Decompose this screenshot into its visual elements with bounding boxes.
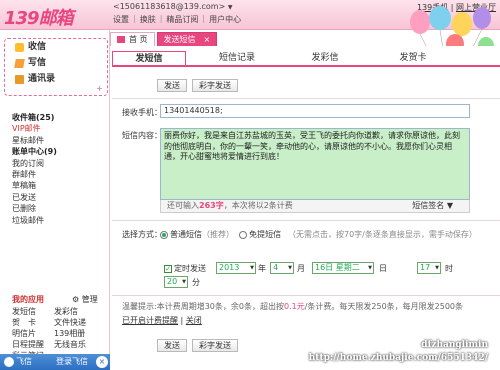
- mode-label: 选择方式：: [122, 230, 162, 239]
- mode-options: 普通短信（推荐） 免提短信: [160, 229, 281, 240]
- color-text-send-button-bottom[interactable]: 彩字发送: [192, 339, 238, 352]
- tab-send-card[interactable]: 发贺卡: [376, 51, 450, 65]
- sidebar-item-contacts[interactable]: 通讯录: [5, 71, 107, 87]
- recipient-label: 接收手机：: [122, 108, 162, 117]
- top-nav: 设置 | 换肤 | 精品订阅 | 用户中心: [113, 14, 241, 25]
- color-text-send-button[interactable]: 彩字发送: [192, 79, 238, 92]
- close-reminder-link[interactable]: 关闭: [186, 316, 202, 325]
- folder-starred[interactable]: 星标邮件: [12, 135, 57, 146]
- add-icon[interactable]: +: [96, 84, 103, 93]
- nav-separator: |: [202, 14, 206, 23]
- folder-drafts[interactable]: 草稿箱: [12, 180, 57, 191]
- watermark-name: dfzhanglimin: [421, 340, 488, 350]
- tab-send-sms[interactable]: 发送短信 ×: [156, 32, 218, 46]
- folder-deleted[interactable]: 已删除: [12, 203, 57, 214]
- sms-content-textarea[interactable]: 丽费你好，我是来自江苏盐城的玉英，受王飞的委托向你道歉，请求你原谅他，此刻的他彻…: [160, 128, 470, 200]
- sms-subtabs: 发短信 短信记录 发彩信 发贺卡: [112, 51, 500, 67]
- app-139-album[interactable]: 139相册: [54, 328, 86, 339]
- account-email[interactable]: <15061183618@139.com> ▼: [113, 2, 232, 11]
- folder-spam[interactable]: 垃圾邮件: [12, 215, 57, 226]
- tab-sms-records[interactable]: 短信记录: [200, 51, 274, 65]
- top-button-row: 发送 彩字发送: [157, 79, 238, 92]
- fetion-login-link[interactable]: 登录飞信: [56, 354, 88, 370]
- free-sms-note: （无需点击，按70字/条逐条直接显示，需手动保存）: [288, 230, 477, 239]
- close-icon[interactable]: ×: [204, 35, 211, 44]
- folder-subscriptions[interactable]: 我的订阅: [12, 158, 57, 169]
- apps-col-2: 发彩信 文件快递 139相册 无线音乐: [54, 306, 86, 350]
- recipient-input[interactable]: 13401440518;: [160, 104, 470, 118]
- nav-user-center[interactable]: 用户中心: [209, 14, 241, 25]
- window-tabs: 首 页 发送短信 ×: [110, 30, 500, 46]
- watermark-url: http://home.zhubajie.com/6551342/: [308, 353, 488, 363]
- app-wireless-music[interactable]: 无线音乐: [54, 339, 86, 350]
- folder-vip[interactable]: VIP邮件: [12, 123, 57, 134]
- month-select[interactable]: 4: [270, 262, 294, 274]
- minute-select[interactable]: 20: [164, 276, 188, 288]
- divider: [112, 98, 500, 99]
- compose-icon: [14, 58, 25, 68]
- nav-separator: |: [159, 14, 163, 23]
- billing-tip: 温馨提示:本计费周期增30条，余0条，超出按0.1元/条计费。每天限发250条，…: [122, 302, 464, 311]
- my-apps: 我的应用 ⚙ 管理 发短信 贺 卡 明信片 日程提醒 彩云笔记 发彩信 文件快递…: [12, 294, 102, 360]
- divider: [112, 220, 500, 221]
- year-unit: 年: [258, 264, 266, 273]
- folder-sent[interactable]: 已发送: [12, 192, 57, 203]
- bottom-button-row: 发送 彩字发送: [157, 339, 238, 352]
- char-counter: 还可输入263字，本次将以2条计费 短信签名 ▼: [160, 200, 470, 213]
- app-greeting-card[interactable]: 贺 卡: [12, 317, 44, 328]
- balloon-icon: [429, 6, 451, 30]
- apps-manage[interactable]: ⚙ 管理: [72, 294, 98, 305]
- fetion-icon: [4, 357, 14, 367]
- gear-icon: ⚙: [72, 295, 80, 304]
- reminder-links: 已开启计费提醒 | 关闭: [122, 316, 202, 325]
- apps-col-1: 发短信 贺 卡 明信片 日程提醒 彩云笔记: [12, 306, 44, 361]
- tab-send-sms-form[interactable]: 发短信: [112, 51, 186, 65]
- app-send-mms[interactable]: 发彩信: [54, 306, 86, 317]
- timed-send-row: ✓ 定时发送: [164, 264, 206, 273]
- minute-unit: 分: [192, 278, 200, 287]
- send-button-bottom[interactable]: 发送: [157, 339, 187, 352]
- timed-send-checkbox[interactable]: ✓: [164, 264, 172, 273]
- hour-unit: 时: [445, 264, 453, 273]
- close-icon[interactable]: ×: [96, 356, 108, 368]
- main-panel: 发短信 短信记录 发彩信 发贺卡 发送 彩字发送 接收手机： 134014405…: [112, 46, 500, 370]
- billing-reminder-link[interactable]: 已开启计费提醒: [122, 316, 178, 325]
- month-unit: 月: [297, 264, 305, 273]
- sidebar-item-inbox[interactable]: 收信: [5, 39, 107, 55]
- year-select[interactable]: 2013: [216, 262, 256, 274]
- folder-bills[interactable]: 账单中心(9): [12, 146, 57, 157]
- chevron-down-icon: ▼: [227, 4, 233, 11]
- app-calendar-reminder[interactable]: 日程提醒: [12, 339, 44, 350]
- day-unit: 日: [379, 264, 387, 273]
- contacts-icon: [15, 74, 24, 84]
- content-label: 短信内容：: [122, 131, 162, 140]
- app-postcard[interactable]: 明信片: [12, 328, 44, 339]
- radio-free-sms[interactable]: [239, 230, 248, 239]
- folder-list: 收件箱(25) VIP邮件 星标邮件 账单中心(9) 我的订阅 群邮件 草稿箱 …: [12, 112, 57, 226]
- hour-select[interactable]: 17: [417, 262, 441, 274]
- nav-subscribe[interactable]: 精品订阅: [166, 14, 198, 25]
- folder-inbox[interactable]: 收件箱(25): [12, 112, 57, 123]
- fetion-bar: 飞信 登录飞信 ×: [0, 354, 110, 370]
- tab-home[interactable]: 首 页: [110, 32, 155, 46]
- day-select[interactable]: 16日 星期二: [312, 262, 374, 274]
- balloon-icon: [473, 7, 491, 29]
- app-file-express[interactable]: 文件快递: [54, 317, 86, 328]
- tab-send-mms[interactable]: 发彩信: [288, 51, 362, 65]
- signature-dropdown[interactable]: 短信签名 ▼: [412, 200, 453, 212]
- nav-settings[interactable]: 设置: [113, 14, 129, 25]
- folder-group-mail[interactable]: 群邮件: [12, 169, 57, 180]
- send-button[interactable]: 发送: [157, 79, 187, 92]
- nav-separator: |: [133, 14, 136, 23]
- divider: [112, 295, 500, 296]
- home-icon: [117, 36, 125, 43]
- radio-normal-sms[interactable]: [160, 230, 168, 239]
- logo[interactable]: 139邮箱: [4, 4, 74, 30]
- inbox-icon: [15, 42, 24, 52]
- sidebar-item-compose[interactable]: 写信: [5, 55, 107, 71]
- nav-skin[interactable]: 换肤: [140, 14, 156, 25]
- quick-actions: 收信 写信 通讯录 +: [4, 38, 108, 96]
- app-send-sms[interactable]: 发短信: [12, 306, 44, 317]
- sidebar: 收信 写信 通讯录 + 收件箱(25) VIP邮件 星标邮件 账单中心(9) 我…: [0, 30, 110, 370]
